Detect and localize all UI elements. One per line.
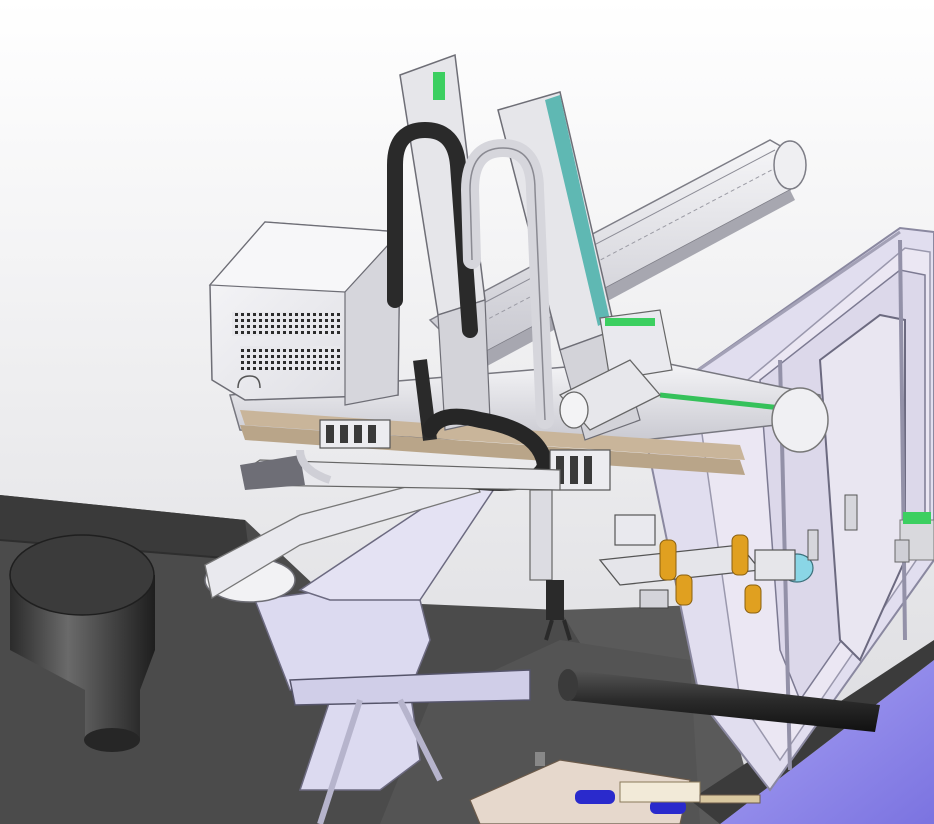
valve-manifold-left	[319, 419, 391, 449]
vent-grille-bottom	[240, 346, 340, 370]
cad-viewport[interactable]	[0, 0, 934, 824]
cad-scene	[0, 0, 934, 824]
vent-grille-top	[232, 312, 342, 336]
sensor-bracket	[894, 512, 934, 563]
